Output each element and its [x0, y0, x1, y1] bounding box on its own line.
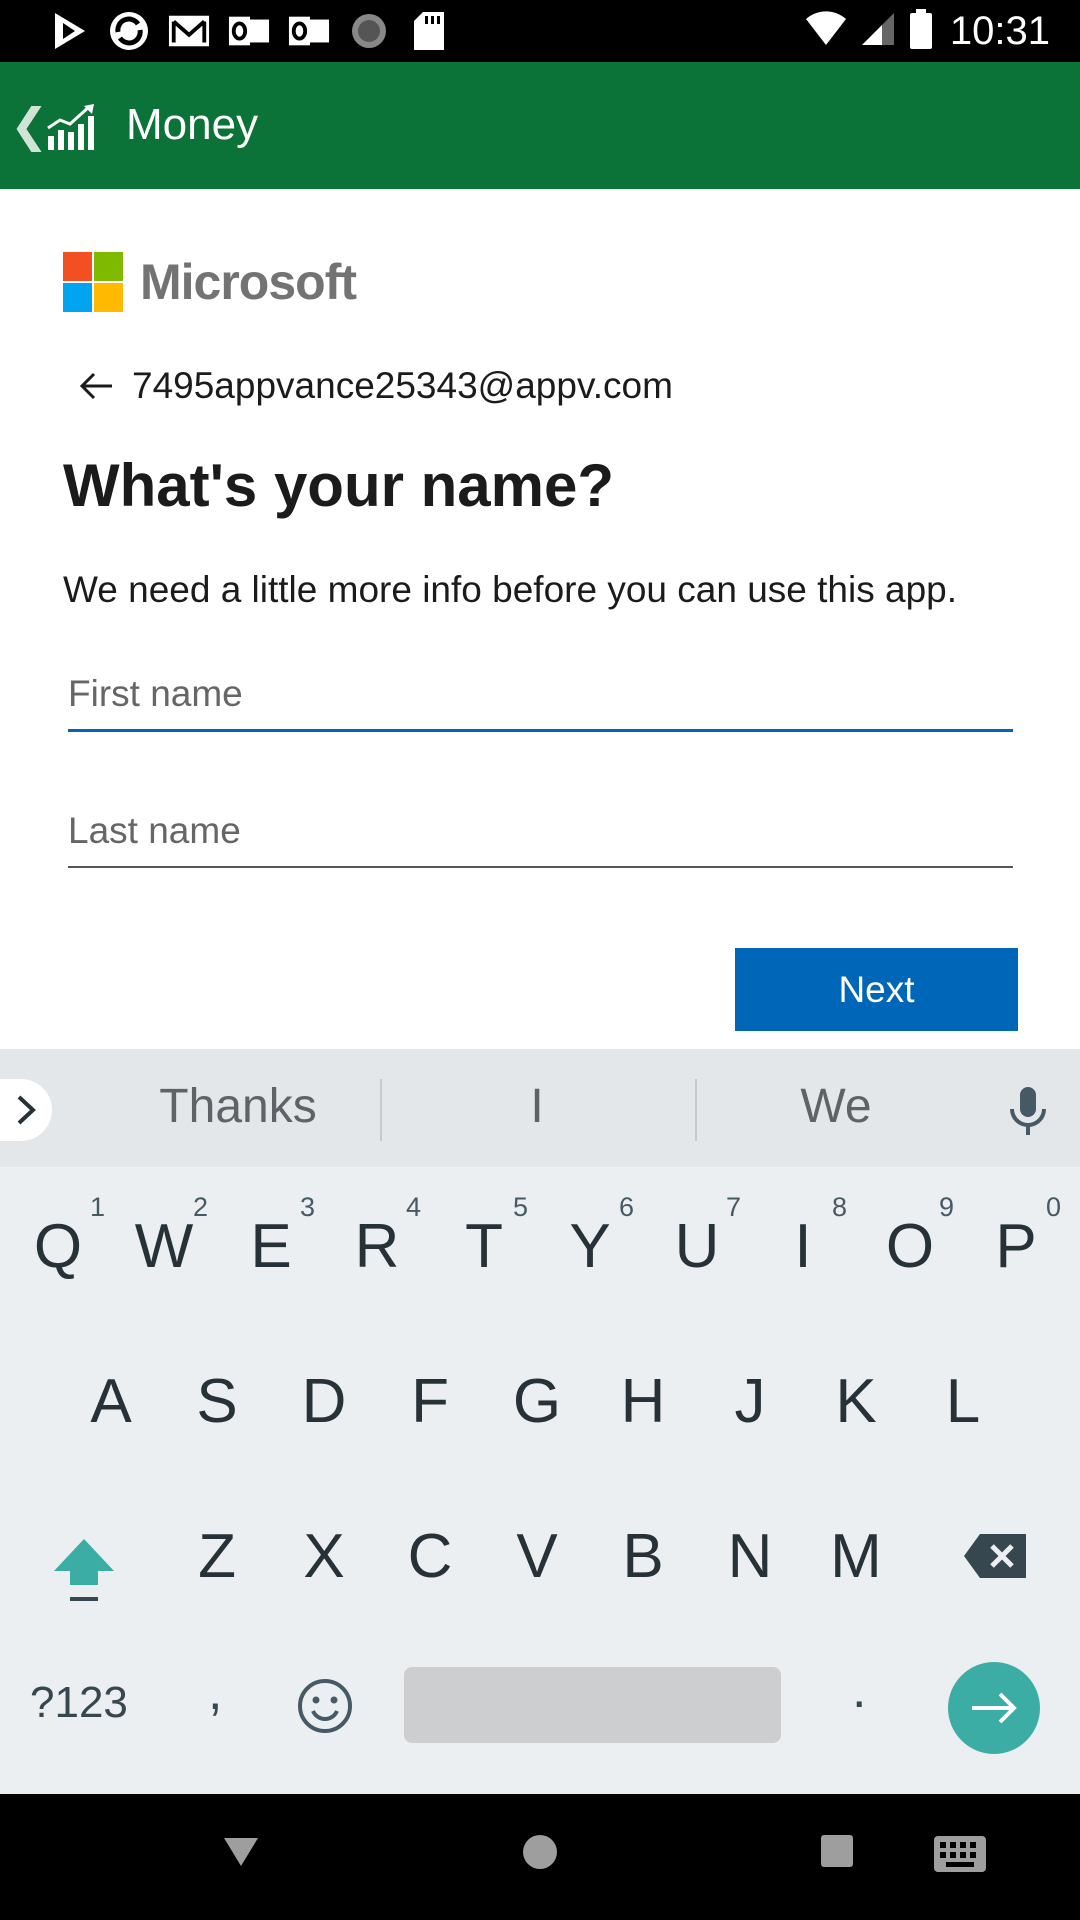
page-description: We need a little more info before you ca… [63, 569, 958, 610]
suggestion-item[interactable]: We [711, 1079, 961, 1134]
key-a[interactable]: A [61, 1366, 161, 1437]
space-bar[interactable] [404, 1667, 781, 1743]
battery-icon [909, 8, 932, 54]
key-hint: 0 [1046, 1192, 1062, 1222]
key-m[interactable]: M [806, 1521, 906, 1592]
recents-icon[interactable] [820, 1834, 854, 1873]
outlook-icon [228, 10, 270, 52]
key-hint: 9 [939, 1192, 955, 1222]
period-key[interactable]: . [852, 1660, 866, 1720]
app-bar: ❮ Money [0, 62, 1080, 189]
last-name-field [68, 796, 1013, 868]
home-icon[interactable] [522, 1834, 558, 1875]
play-store-icon [48, 10, 90, 52]
emoji-icon[interactable] [297, 1678, 353, 1739]
last-name-input[interactable] [68, 796, 1013, 866]
clock: 10:31 [949, 8, 1050, 53]
key-b[interactable]: B [593, 1521, 693, 1592]
enter-arrow-icon[interactable] [948, 1662, 1040, 1754]
signal-icon [860, 11, 896, 52]
gmail-icon [168, 10, 210, 52]
signin-panel: Microsoft 7495appvance25343@appv.com Wha… [0, 189, 1080, 1049]
microphone-icon[interactable] [1008, 1085, 1048, 1142]
suggestion-divider [380, 1079, 382, 1141]
key-v[interactable]: V [487, 1521, 587, 1592]
key-hint: 5 [513, 1192, 529, 1222]
comma-key[interactable]: , [208, 1662, 222, 1722]
key-f[interactable]: F [380, 1366, 480, 1437]
key-j[interactable]: J [700, 1366, 800, 1437]
suggestion-strip: Thanks I We [0, 1049, 1080, 1167]
key-hint: 2 [193, 1192, 209, 1222]
chevron-right-icon[interactable] [0, 1079, 52, 1141]
first-name-field [68, 659, 1013, 732]
key-hint: 1 [90, 1192, 106, 1222]
first-name-input[interactable] [68, 659, 1013, 729]
key-s[interactable]: S [167, 1366, 267, 1437]
app-title: Money [126, 100, 259, 149]
key-hint: 8 [832, 1192, 848, 1222]
key-z[interactable]: Z [167, 1521, 267, 1592]
keyboard-icon[interactable] [934, 1836, 986, 1877]
wifi-icon [804, 10, 848, 52]
key-hint: 7 [726, 1192, 742, 1222]
key-g[interactable]: G [487, 1366, 587, 1437]
sync-icon [108, 10, 150, 52]
symbols-key[interactable]: ?123 [30, 1678, 128, 1728]
suggestion-item[interactable]: I [412, 1079, 662, 1134]
suggestion-item[interactable]: Thanks [113, 1079, 363, 1134]
brand-name: Microsoft [140, 254, 357, 310]
next-button[interactable]: Next [735, 948, 1018, 1031]
key-h[interactable]: H [593, 1366, 693, 1437]
microsoft-logo: Microsoft [63, 252, 357, 312]
shift-icon[interactable] [52, 1535, 116, 1612]
key-c[interactable]: C [380, 1521, 480, 1592]
account-email: 7495appvance25343@appv.com [132, 365, 673, 406]
key-l[interactable]: L [913, 1366, 1013, 1437]
sd-card-icon [408, 10, 450, 52]
key-hint: 3 [300, 1192, 316, 1222]
back-chevron-icon[interactable]: ❮ [10, 98, 49, 152]
loading-icon [348, 10, 390, 52]
system-nav-bar [0, 1794, 1080, 1920]
key-d[interactable]: D [274, 1366, 374, 1437]
arrow-left-icon[interactable] [78, 368, 114, 404]
identity-row[interactable]: 7495appvance25343@appv.com [78, 365, 673, 407]
status-bar: 10:31 [0, 0, 1080, 62]
backspace-icon[interactable] [962, 1532, 1028, 1585]
key-n[interactable]: N [700, 1521, 800, 1592]
key-x[interactable]: X [274, 1521, 374, 1592]
back-icon[interactable] [222, 1834, 260, 1875]
key-hint: 6 [619, 1192, 635, 1222]
page-title: What's your name? [63, 452, 615, 519]
suggestion-divider [695, 1079, 697, 1141]
key-hint: 4 [406, 1192, 422, 1222]
microsoft-logo-icon [63, 252, 123, 312]
key-k[interactable]: K [806, 1366, 906, 1437]
outlook-icon [288, 10, 330, 52]
chart-bars-icon [46, 102, 100, 157]
